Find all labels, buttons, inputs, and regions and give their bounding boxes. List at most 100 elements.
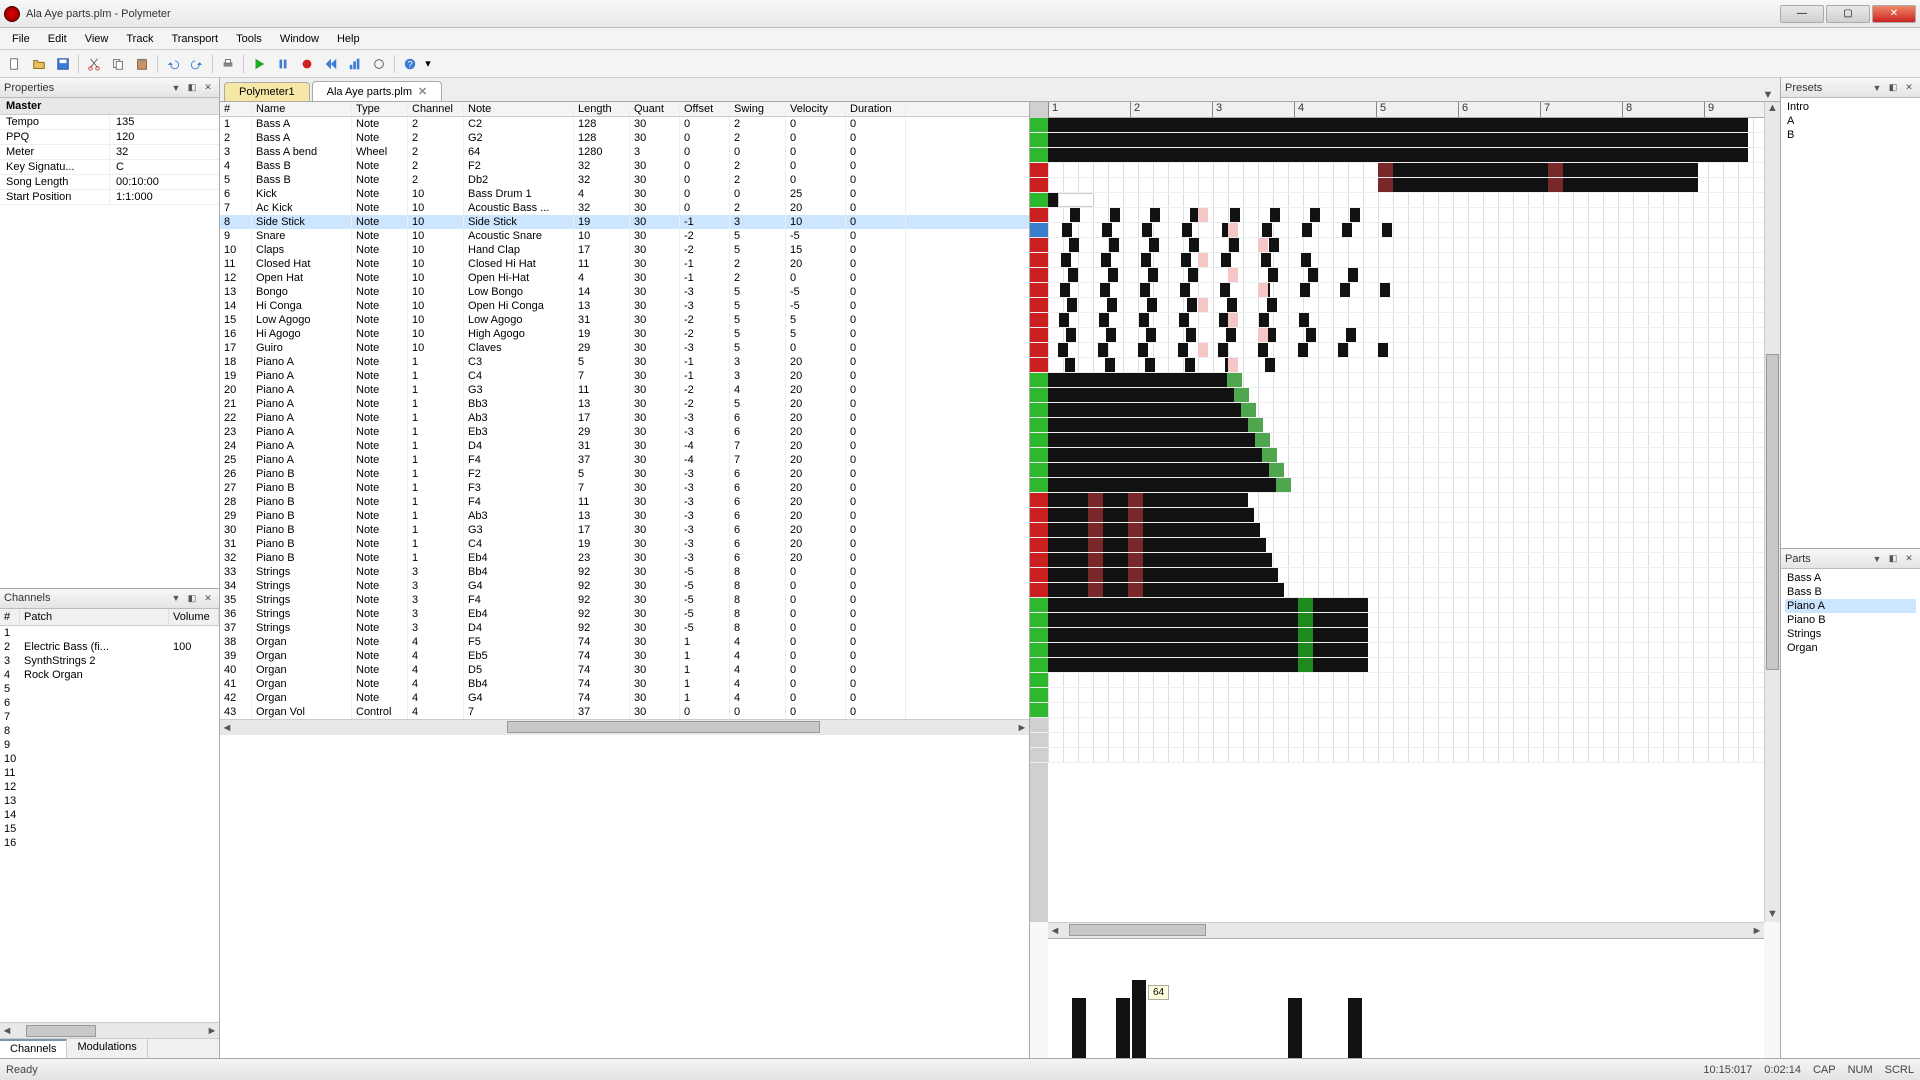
undo-icon[interactable] (162, 53, 184, 75)
channels-tab[interactable]: Modulations (67, 1039, 147, 1058)
property-row[interactable]: Meter32 (0, 145, 219, 160)
track-row[interactable]: 4Bass BNote2F232300200 (220, 159, 1029, 173)
mute-cell[interactable] (1030, 568, 1048, 583)
channel-row[interactable]: 4Rock Organ (0, 668, 219, 682)
open-icon[interactable] (28, 53, 50, 75)
grid-row[interactable] (1048, 478, 1764, 493)
grid-row[interactable] (1048, 613, 1764, 628)
track-row[interactable]: 40OrganNote4D574301400 (220, 663, 1029, 677)
mute-cell[interactable] (1030, 493, 1048, 508)
track-row[interactable]: 24Piano ANote1D43130-47200 (220, 439, 1029, 453)
mute-cell[interactable] (1030, 358, 1048, 373)
grid-row[interactable] (1048, 358, 1764, 373)
mute-cell[interactable] (1030, 583, 1048, 598)
preset-item[interactable]: Intro (1785, 100, 1916, 114)
minimize-button[interactable]: — (1780, 5, 1824, 23)
grid-hscroll[interactable]: ◄► (1048, 922, 1764, 938)
mute-cell[interactable] (1030, 313, 1048, 328)
mute-cell[interactable] (1030, 118, 1048, 133)
grid-row[interactable] (1048, 163, 1764, 178)
mute-cell[interactable] (1030, 133, 1048, 148)
doc-tab[interactable]: Polymeter1 (224, 82, 310, 101)
mute-cell[interactable] (1030, 343, 1048, 358)
channel-row[interactable]: 2Electric Bass (fi...100 (0, 640, 219, 654)
mute-cell[interactable] (1030, 508, 1048, 523)
grid-row[interactable] (1048, 448, 1764, 463)
track-col-header[interactable]: Velocity (786, 102, 846, 116)
channel-row[interactable]: 11 (0, 766, 219, 780)
channel-row[interactable]: 6 (0, 696, 219, 710)
track-row[interactable]: 13BongoNote10Low Bongo1430-35-50 (220, 285, 1029, 299)
property-row[interactable]: Start Position1:1:000 (0, 190, 219, 205)
grid-row[interactable] (1048, 718, 1764, 733)
pin-icon[interactable]: ◧ (185, 591, 199, 605)
track-row[interactable]: 14Hi CongaNote10Open Hi Conga1330-35-50 (220, 299, 1029, 313)
channel-row[interactable]: 15 (0, 822, 219, 836)
grid-row[interactable] (1048, 403, 1764, 418)
channel-row[interactable]: 5 (0, 682, 219, 696)
mute-cell[interactable] (1030, 208, 1048, 223)
track-col-header[interactable]: Type (352, 102, 408, 116)
track-row[interactable]: 29Piano BNote1Ab31330-36200 (220, 509, 1029, 523)
chevron-down-icon[interactable]: ▼ (1870, 81, 1884, 95)
chevron-down-icon[interactable]: ▼ (1870, 552, 1884, 566)
mute-cell[interactable] (1030, 433, 1048, 448)
grid-row[interactable] (1048, 418, 1764, 433)
property-row[interactable]: Key Signatu...C (0, 160, 219, 175)
grid-row[interactable] (1048, 223, 1764, 238)
track-row[interactable]: 16Hi AgogoNote10High Agogo1930-2550 (220, 327, 1029, 341)
step-grid[interactable]: 123456789 (1048, 102, 1764, 922)
track-row[interactable]: 25Piano ANote1F43730-47200 (220, 453, 1029, 467)
grid-row[interactable] (1048, 673, 1764, 688)
grid-row[interactable] (1048, 493, 1764, 508)
channel-row[interactable]: 3SynthStrings 2 (0, 654, 219, 668)
track-row[interactable]: 2Bass ANote2G2128300200 (220, 131, 1029, 145)
grid-row[interactable] (1048, 733, 1764, 748)
pin-icon[interactable]: ◧ (185, 81, 199, 95)
channel-row[interactable]: 12 (0, 780, 219, 794)
track-col-header[interactable]: Name (252, 102, 352, 116)
mute-cell[interactable] (1030, 388, 1048, 403)
grid-row[interactable] (1048, 703, 1764, 718)
part-item[interactable]: Strings (1785, 627, 1916, 641)
channels-col-header[interactable]: # (0, 609, 20, 625)
track-row[interactable]: 35StringsNote3F49230-5800 (220, 593, 1029, 607)
track-row[interactable]: 10ClapsNote10Hand Clap1730-25150 (220, 243, 1029, 257)
mute-cell[interactable] (1030, 163, 1048, 178)
part-item[interactable]: Piano B (1785, 613, 1916, 627)
close-icon[interactable]: ✕ (1902, 552, 1916, 566)
grid-row[interactable] (1048, 313, 1764, 328)
help-icon[interactable]: ? (399, 53, 421, 75)
track-row[interactable]: 42OrganNote4G474301400 (220, 691, 1029, 705)
channels-scrollbar[interactable]: ◄► (0, 1022, 219, 1038)
properties-group-master[interactable]: Master (0, 98, 219, 115)
track-row[interactable]: 41OrganNote4Bb474301400 (220, 677, 1029, 691)
chevron-down-icon[interactable]: ▼ (169, 591, 183, 605)
velocity-pane[interactable]: 64 (1048, 938, 1764, 1058)
mute-cell[interactable] (1030, 463, 1048, 478)
track-col-header[interactable]: Swing (730, 102, 786, 116)
grid-row[interactable] (1048, 583, 1764, 598)
grid-row[interactable] (1048, 433, 1764, 448)
track-row[interactable]: 7Ac KickNote10Acoustic Bass ...323002200 (220, 201, 1029, 215)
close-icon[interactable]: ✕ (201, 591, 215, 605)
property-row[interactable]: PPQ120 (0, 130, 219, 145)
mute-cell[interactable] (1030, 748, 1048, 763)
mute-cell[interactable] (1030, 733, 1048, 748)
grid-row[interactable] (1048, 178, 1764, 193)
track-row[interactable]: 11Closed HatNote10Closed Hi Hat1130-1220… (220, 257, 1029, 271)
grid-row[interactable] (1048, 643, 1764, 658)
track-row[interactable]: 5Bass BNote2Db232300200 (220, 173, 1029, 187)
grid-row[interactable] (1048, 523, 1764, 538)
mute-cell[interactable] (1030, 598, 1048, 613)
grid-row[interactable] (1048, 628, 1764, 643)
grid-row[interactable] (1048, 748, 1764, 763)
track-row[interactable]: 20Piano ANote1G31130-24200 (220, 383, 1029, 397)
play-icon[interactable] (248, 53, 270, 75)
channel-row[interactable]: 9 (0, 738, 219, 752)
channel-row[interactable]: 14 (0, 808, 219, 822)
property-row[interactable]: Tempo135 (0, 115, 219, 130)
track-row[interactable]: 6KickNote10Bass Drum 143000250 (220, 187, 1029, 201)
track-col-header[interactable]: Length (574, 102, 630, 116)
channel-row[interactable]: 13 (0, 794, 219, 808)
